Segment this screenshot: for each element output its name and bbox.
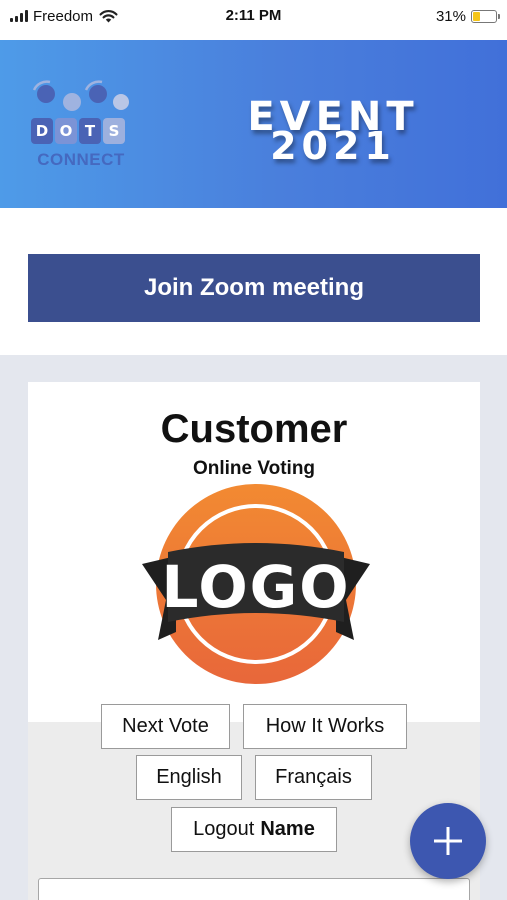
add-fab-button[interactable]: [410, 803, 486, 879]
logout-button[interactable]: Logout Name: [171, 807, 337, 852]
bottom-input-field[interactable]: [38, 878, 470, 900]
english-button[interactable]: English: [136, 755, 242, 800]
status-right: 31%: [435, 6, 500, 26]
logo-letter: T: [79, 118, 101, 144]
logout-label: Logout: [193, 818, 255, 840]
card-subtitle: Online Voting: [192, 458, 316, 479]
how-it-works-button[interactable]: How It Works: [243, 704, 407, 749]
next-vote-button[interactable]: Next Vote: [101, 704, 230, 749]
card-title: Customer: [160, 407, 348, 451]
battery-icon: [471, 9, 500, 23]
status-bar: Freedom 2:11 PM 31%: [0, 0, 507, 40]
logo-letter: O: [55, 118, 77, 144]
status-time: 2:11 PM: [225, 7, 282, 24]
dots-connect-logo: D O T S CONNECT: [26, 80, 136, 175]
battery-percent: 31%: [435, 7, 466, 25]
event-title: EVENT 2021: [238, 97, 428, 165]
francais-button[interactable]: Français: [255, 755, 372, 800]
logo-letter: D: [31, 118, 53, 144]
logo-wordmark: CONNECT: [37, 150, 125, 169]
plus-icon: [434, 827, 462, 855]
logo-letter: S: [103, 118, 125, 144]
customer-logo: LOGO: [142, 484, 370, 684]
event-banner: D O T S CONNECT EVENT 2021: [0, 40, 507, 208]
join-zoom-button[interactable]: Join Zoom meeting: [28, 254, 480, 322]
logout-user-name: Name: [260, 818, 315, 840]
battery-level-fill: [473, 11, 480, 21]
logo-label: LOGO: [161, 553, 350, 621]
voting-card: Customer Online Voting LOGO: [28, 382, 480, 722]
logo-letter-blocks: D O T S: [31, 118, 125, 144]
